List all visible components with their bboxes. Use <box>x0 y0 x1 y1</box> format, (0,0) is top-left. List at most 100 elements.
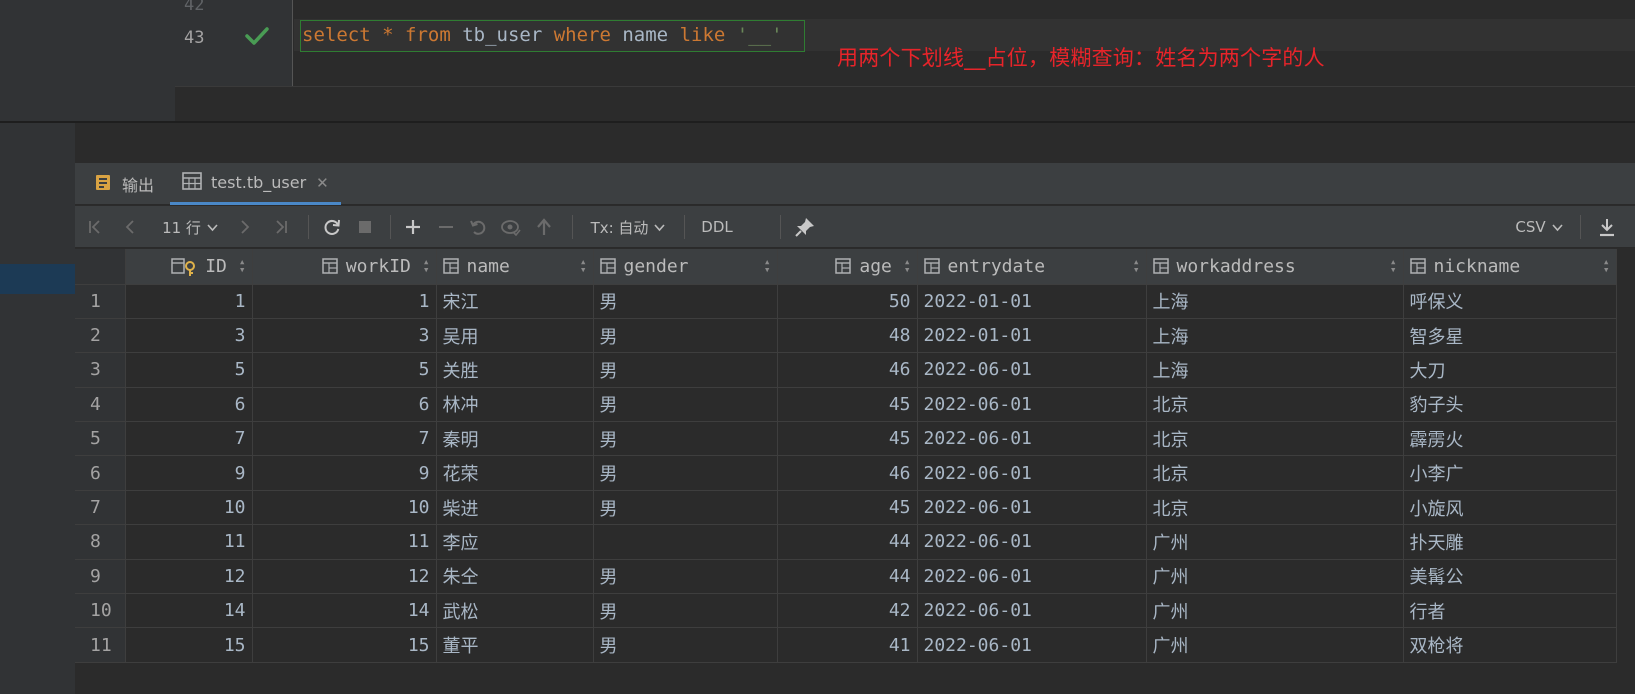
table-row[interactable]: 4 6 6 林冲男 45 2022-06-01 北京 豹子头 <box>75 387 1617 423</box>
table-cell[interactable]: 2022-06-01 <box>917 387 1147 423</box>
table-cell[interactable]: 智多星 <box>1403 318 1617 354</box>
column-header-id[interactable]: ID ▴ ▾ <box>125 249 253 285</box>
sort-icon[interactable]: ▴ ▾ <box>1603 256 1610 275</box>
table-cell[interactable]: 男 <box>593 421 778 457</box>
column-header-age[interactable]: age ▴ ▾ <box>777 249 918 285</box>
ddl-button[interactable]: DDL <box>695 206 739 248</box>
table-cell[interactable]: 北京 <box>1146 387 1404 423</box>
table-cell[interactable]: 扑天雕 <box>1403 524 1617 560</box>
table-cell[interactable]: 41 <box>777 627 918 663</box>
table-cell[interactable]: 50 <box>777 284 918 319</box>
table-cell[interactable]: 男 <box>593 387 778 423</box>
table-cell[interactable]: 14 <box>125 593 253 629</box>
sort-icon[interactable]: ▴ ▾ <box>423 256 430 275</box>
table-cell[interactable]: 5 <box>125 352 253 388</box>
table-cell[interactable]: 男 <box>593 352 778 388</box>
table-cell[interactable]: 10 <box>125 490 253 526</box>
table-cell[interactable]: 上海 <box>1146 284 1404 319</box>
close-icon[interactable]: ✕ <box>316 174 329 192</box>
table-row[interactable]: 9 12 12 朱仝男 44 2022-06-01 广州 美髯公 <box>75 559 1617 595</box>
table-cell[interactable]: 15 <box>125 627 253 663</box>
services-tree-selected-item[interactable] <box>0 264 75 294</box>
table-row[interactable]: 2 3 3 吴用男 48 2022-01-01 上海 智多星 <box>75 318 1617 354</box>
prev-page-icon[interactable] <box>120 206 140 248</box>
sort-icon[interactable]: ▴ ▾ <box>904 256 911 275</box>
table-cell[interactable]: 2022-06-01 <box>917 524 1147 560</box>
sql-statement[interactable]: select * from tb_user where name like '_… <box>302 24 783 46</box>
sort-icon[interactable]: ▴ ▾ <box>1133 256 1140 275</box>
table-cell[interactable]: 上海 <box>1146 352 1404 388</box>
tab-result-table[interactable]: test.tb_user ✕ <box>170 163 341 205</box>
table-row[interactable]: 3 5 5 关胜男 46 2022-06-01 上海 大刀 <box>75 352 1617 388</box>
last-page-icon[interactable] <box>269 206 293 248</box>
next-page-icon[interactable] <box>235 206 255 248</box>
revert-icon[interactable] <box>466 206 490 248</box>
table-cell[interactable]: 男 <box>593 318 778 354</box>
preview-icon[interactable] <box>499 206 523 248</box>
table-cell[interactable]: 9 <box>125 455 253 491</box>
table-cell[interactable]: 广州 <box>1146 593 1404 629</box>
table-row[interactable]: 11 15 15 董平男 41 2022-06-01 广州 双枪将 <box>75 627 1617 663</box>
first-page-icon[interactable] <box>83 206 107 248</box>
table-cell[interactable]: 11 <box>125 524 253 560</box>
table-cell[interactable]: 10 <box>252 490 437 526</box>
table-cell[interactable]: 45 <box>777 421 918 457</box>
table-cell[interactable]: 男 <box>593 627 778 663</box>
table-cell[interactable]: 吴用 <box>436 318 594 354</box>
column-header-entrydate[interactable]: entrydate ▴ ▾ <box>917 249 1147 285</box>
table-cell[interactable]: 林冲 <box>436 387 594 423</box>
table-cell[interactable]: 广州 <box>1146 559 1404 595</box>
table-cell[interactable]: 秦明 <box>436 421 594 457</box>
table-row[interactable]: 8 11 11 李应 44 2022-06-01 广州 扑天雕 <box>75 524 1617 560</box>
sql-editor[interactable]: 42 43 select * from tb_user where name l… <box>0 0 1635 122</box>
table-row[interactable]: 6 9 9 花荣男 46 2022-06-01 北京 小李广 <box>75 455 1617 491</box>
table-cell[interactable]: 宋江 <box>436 284 594 319</box>
table-cell[interactable]: 男 <box>593 490 778 526</box>
add-row-icon[interactable] <box>401 206 425 248</box>
table-cell[interactable]: 小李广 <box>1403 455 1617 491</box>
table-cell[interactable]: 花荣 <box>436 455 594 491</box>
table-cell[interactable]: 1 <box>252 284 437 319</box>
table-cell[interactable]: 2022-06-01 <box>917 421 1147 457</box>
table-cell[interactable]: 46 <box>777 455 918 491</box>
table-cell[interactable]: 北京 <box>1146 421 1404 457</box>
table-cell[interactable]: 44 <box>777 559 918 595</box>
table-cell[interactable]: 46 <box>777 352 918 388</box>
row-count-dropdown[interactable]: 11 行 <box>157 206 223 248</box>
table-cell[interactable]: 3 <box>252 318 437 354</box>
table-cell[interactable]: 6 <box>252 387 437 423</box>
table-cell[interactable]: 男 <box>593 593 778 629</box>
table-cell[interactable]: 14 <box>252 593 437 629</box>
delete-row-icon[interactable] <box>434 206 458 248</box>
column-header-gender[interactable]: gender ▴ ▾ <box>593 249 778 285</box>
refresh-icon[interactable] <box>320 206 344 248</box>
submit-icon[interactable] <box>532 206 556 248</box>
table-cell[interactable]: 上海 <box>1146 318 1404 354</box>
table-cell[interactable]: 呼保义 <box>1403 284 1617 319</box>
table-cell[interactable]: 行者 <box>1403 593 1617 629</box>
editor-empty-area[interactable] <box>175 86 1635 122</box>
table-cell[interactable]: 5 <box>252 352 437 388</box>
table-cell[interactable]: 豹子头 <box>1403 387 1617 423</box>
table-cell[interactable]: 1 <box>125 284 253 319</box>
table-cell[interactable]: 广州 <box>1146 524 1404 560</box>
table-cell[interactable]: 董平 <box>436 627 594 663</box>
table-cell[interactable]: 44 <box>777 524 918 560</box>
table-row[interactable]: 1 1 1 宋江男 50 2022-01-01 上海 呼保义 <box>75 284 1617 319</box>
table-cell[interactable]: 2022-06-01 <box>917 455 1147 491</box>
table-cell[interactable]: 9 <box>252 455 437 491</box>
tx-mode-dropdown[interactable]: Tx: 自动 <box>585 206 671 248</box>
table-cell[interactable]: 李应 <box>436 524 594 560</box>
export-format-dropdown[interactable]: CSV <box>1511 206 1567 248</box>
table-cell[interactable]: 北京 <box>1146 455 1404 491</box>
sort-icon[interactable]: ▴ ▾ <box>239 256 246 275</box>
table-cell[interactable]: 双枪将 <box>1403 627 1617 663</box>
table-cell[interactable]: 柴进 <box>436 490 594 526</box>
stop-icon[interactable] <box>353 206 377 248</box>
column-header-workaddress[interactable]: workaddress ▴ ▾ <box>1146 249 1404 285</box>
table-cell[interactable]: 小旋风 <box>1403 490 1617 526</box>
table-cell[interactable]: 男 <box>593 559 778 595</box>
table-cell[interactable]: 美髯公 <box>1403 559 1617 595</box>
table-cell[interactable]: 广州 <box>1146 627 1404 663</box>
column-header-name[interactable]: name ▴ ▾ <box>436 249 594 285</box>
